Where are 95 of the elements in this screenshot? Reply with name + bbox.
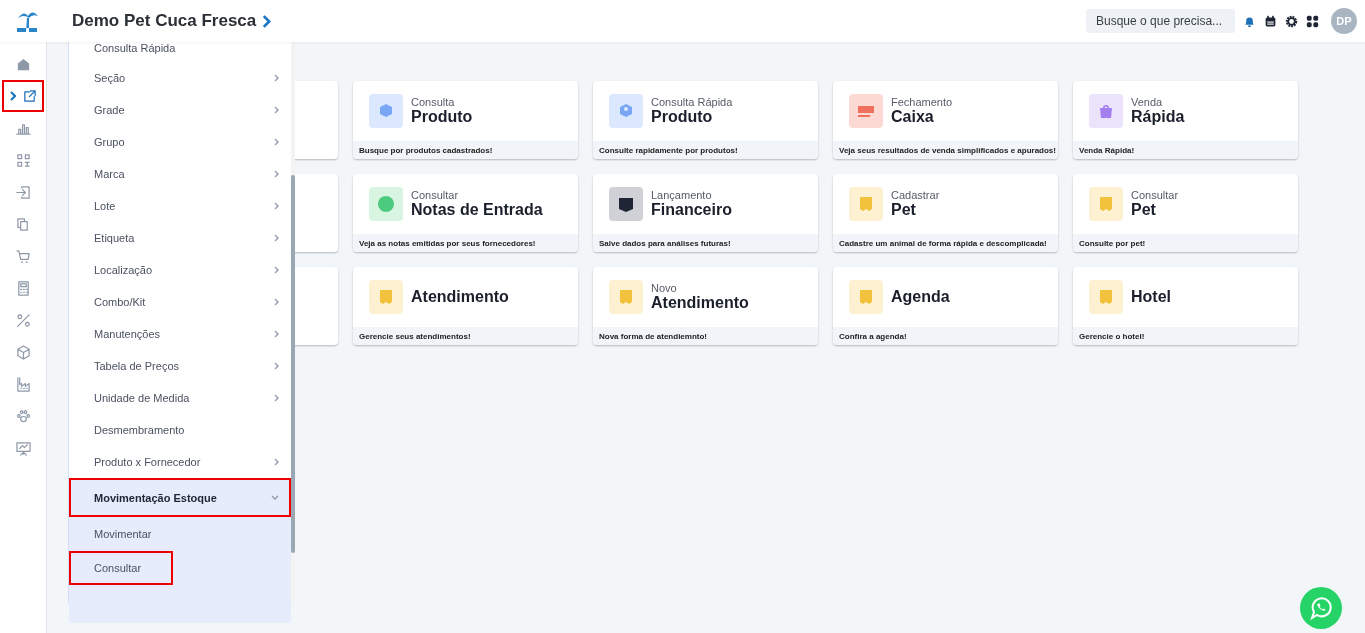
paw-icon[interactable]: [15, 408, 31, 424]
card-title: Pet: [1131, 201, 1157, 219]
menu-item[interactable]: Grade: [69, 94, 291, 126]
shortcut-card[interactable]: Venda Rápida Venda Rápida!: [1073, 81, 1298, 159]
wallet-icon: [609, 187, 643, 221]
presentation-icon[interactable]: [15, 440, 31, 456]
chat-bubble-button[interactable]: [1300, 587, 1342, 629]
card-footer: Veja seus resultados de venda simplificados e apurados!: [833, 141, 1058, 159]
card-title: Rápida: [1131, 108, 1185, 126]
calculator-icon[interactable]: [15, 280, 31, 296]
shortcut-card[interactable]: Lançamento Financeiro Salve dados para análises futuras!: [593, 174, 818, 252]
shortcut-card[interactable]: Consulta Produto Busque por produtos cadastrados!: [353, 81, 578, 159]
card-title: Produto: [411, 108, 473, 126]
percent-icon[interactable]: [15, 312, 31, 328]
card-title: Pet: [891, 201, 917, 219]
menu-item[interactable]: Lote: [69, 190, 291, 222]
keyboard-icon: [849, 94, 883, 128]
menu-item[interactable]: Unidade de Medida: [69, 382, 291, 414]
shortcut-card[interactable]: Cadastrar Pet Cadastre um animal de forma rápida e descomplicada!: [833, 174, 1058, 252]
shortcut-card[interactable]: Consulta Rápida Produto Consulte rapidamente por produtos!: [593, 81, 818, 159]
shortcut-card[interactable]: Fechamento Caixa Veja seus resultados de venda simplificados e apurados!: [833, 81, 1058, 159]
card-title: Produto: [651, 108, 714, 126]
shortcut-card[interactable]: Atendimento Gerencie seus atendimentos!: [353, 267, 578, 345]
coin-icon: [369, 187, 403, 221]
menu-item[interactable]: Tabela de Preços: [69, 350, 291, 382]
external-icon[interactable]: [21, 88, 37, 104]
card-footer: Confira a agenda!: [833, 327, 1058, 345]
card-footer: Gerencie seus atendimentos!: [353, 327, 578, 345]
menu-item[interactable]: Desmembramento: [69, 414, 291, 446]
chevron-right-icon[interactable]: [262, 14, 272, 28]
home-icon[interactable]: [15, 56, 31, 72]
shortcut-card[interactable]: Hotel Gerencie o hotel!: [1073, 267, 1298, 345]
chevron-right-icon: [9, 91, 16, 101]
card-footer: Veja as notas emitidas por seus fornecedores!: [353, 234, 578, 252]
card-subtitle: Novo: [651, 282, 678, 294]
submenu-item[interactable]: Consultar: [69, 551, 173, 585]
apps-grid-icon[interactable]: [1306, 14, 1319, 28]
cube-icon: [369, 94, 403, 128]
bell-icon[interactable]: [1243, 14, 1256, 28]
menu-item[interactable]: Localização: [69, 254, 291, 286]
note-icon: [369, 280, 403, 314]
card-subtitle: Consulta Rápida: [651, 96, 733, 108]
shortcut-card[interactable]: Agenda Confira a agenda!: [833, 267, 1058, 345]
card-subtitle: Consulta: [411, 96, 456, 108]
card-footer: Salve dados para análises futuras!: [593, 234, 818, 252]
note-icon: [1089, 187, 1123, 221]
card-subtitle: Cadastrar: [891, 189, 940, 201]
company-title[interactable]: Demo Pet Cuca Fresca: [72, 11, 257, 31]
menu-item[interactable]: Grupo: [69, 126, 291, 158]
card-footer: Busque por produtos cadastrados!: [353, 141, 578, 159]
card-title: Financeiro: [651, 201, 732, 219]
card-title: Caixa: [891, 108, 935, 126]
login-icon[interactable]: [15, 184, 31, 200]
cube-icon: [609, 94, 643, 128]
note-icon: [1089, 280, 1123, 314]
menu-item[interactable]: Etiqueta: [69, 222, 291, 254]
card-title: Hotel: [1131, 288, 1171, 306]
note-icon: [609, 280, 643, 314]
card-subtitle: Fechamento: [891, 96, 953, 108]
menu-item[interactable]: Manutenções: [69, 318, 291, 350]
note-icon: [849, 187, 883, 221]
cube-icon[interactable]: [15, 344, 31, 360]
card-subtitle: Lançamento: [651, 189, 713, 201]
copy-icon[interactable]: [15, 216, 31, 232]
shortcut-card[interactable]: Consultar Notas de Entrada Veja as notas emitidas por seus fornecedores!: [353, 174, 578, 252]
card-subtitle: Consultar: [1131, 189, 1179, 201]
card-footer: Consulte por pet!: [1073, 234, 1298, 252]
card-title: Atendimento: [411, 288, 509, 306]
menu-item[interactable]: Movimentação Estoque: [69, 478, 291, 517]
card-footer: Consulte rapidamente por produtos!: [593, 141, 818, 159]
card-footer: Cadastre um animal de forma rápida e descomplicada!: [833, 234, 1058, 252]
shortcut-card[interactable]: Consultar Pet Consulte por pet!: [1073, 174, 1298, 252]
shortcut-card[interactable]: Novo Atendimento Nova forma de atendiemnto!: [593, 267, 818, 345]
card-title: Atendimento: [651, 294, 749, 312]
menu-item[interactable]: Combo/Kit: [69, 286, 291, 318]
menu-item[interactable]: Produto x Fornecedor: [69, 446, 291, 478]
card-footer: Gerencie o hotel!: [1073, 327, 1298, 345]
cart-icon[interactable]: [15, 248, 31, 264]
submenu-item[interactable]: Movimentar: [69, 517, 173, 551]
qr-icon[interactable]: [15, 152, 31, 168]
note-icon: [849, 280, 883, 314]
search-field[interactable]: Busque o que precisa...: [1086, 9, 1235, 33]
card-footer: Venda Rápida!: [1073, 141, 1298, 159]
card-subtitle: Venda: [1131, 96, 1164, 108]
settings-icon[interactable]: [1285, 14, 1298, 28]
menu-item[interactable]: Seção: [69, 62, 291, 94]
card-title: Agenda: [891, 288, 950, 306]
menu-item[interactable]: Consulta Rápida: [69, 42, 291, 62]
bag-icon: [1089, 94, 1123, 128]
factory-icon[interactable]: [15, 376, 31, 392]
card-subtitle: Consultar: [411, 189, 460, 201]
card-footer: Nova forma de atendiemnto!: [593, 327, 818, 345]
calendar-icon[interactable]: [1264, 14, 1277, 28]
menu-item[interactable]: Marca: [69, 158, 291, 190]
card-title: Notas de Entrada: [411, 201, 543, 219]
